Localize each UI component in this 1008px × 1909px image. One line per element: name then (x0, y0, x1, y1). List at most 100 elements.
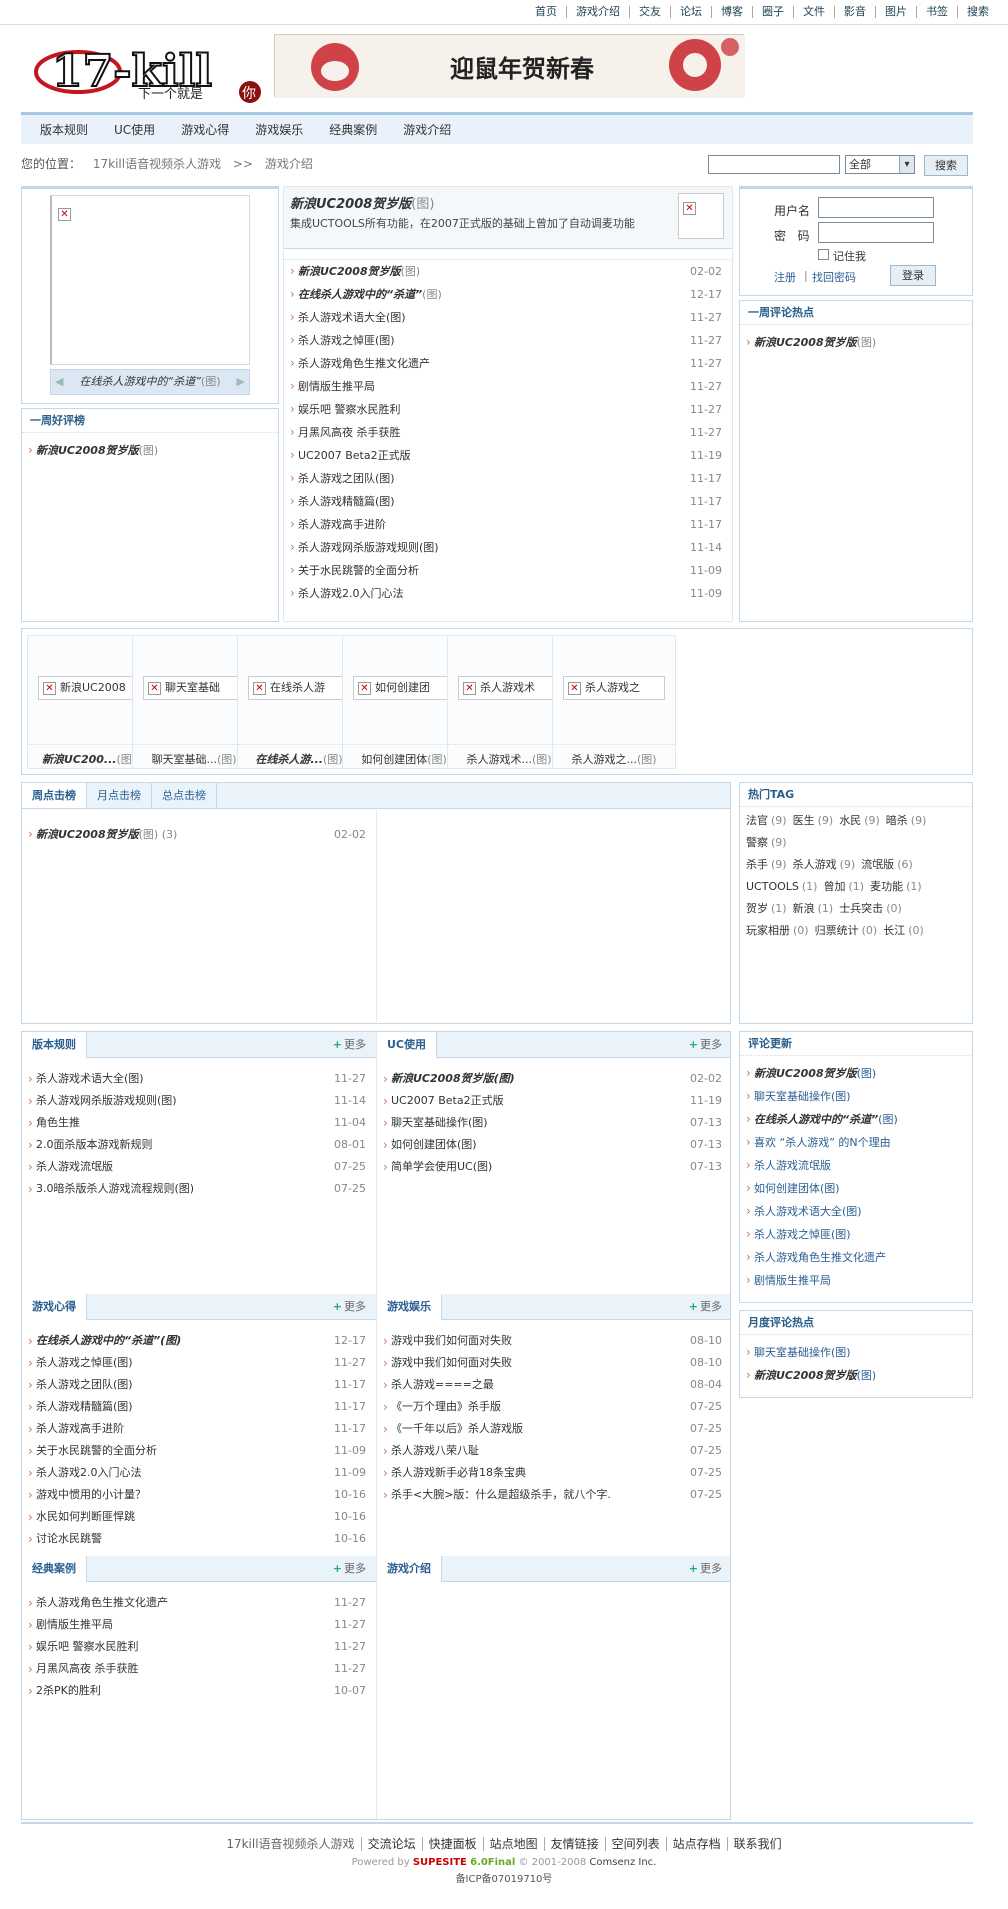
thumbnail-title[interactable]: 杀人游戏之... (571, 753, 637, 766)
item-title[interactable]: 喜欢 “杀人游戏” 的N个理由 (754, 1136, 891, 1149)
item-title[interactable]: 剧情版生推平局 (754, 1274, 831, 1287)
tag-item[interactable]: 归票统计 (0) (815, 924, 881, 937)
topnav-item[interactable]: 文件 (793, 6, 834, 18)
footer-link[interactable]: 友情链接 (543, 1837, 605, 1851)
news-title[interactable]: 杀人游戏角色生推文化遗产 (298, 357, 430, 370)
item-title[interactable]: 2杀PK的胜利 (36, 1684, 101, 1697)
tag-name[interactable]: 贺岁 (746, 902, 768, 915)
news-item[interactable]: 剧情版生推平局 11-27 (284, 375, 732, 398)
icp-number[interactable]: 备ICP备07019710号 (0, 1870, 1008, 1885)
item-title[interactable]: 娱乐吧 警察水民胜利 (36, 1640, 139, 1653)
news-item[interactable]: 杀人游戏网杀版游戏规则(图) 11-14 (284, 536, 732, 559)
news-title[interactable]: 杀人游戏网杀版游戏规则(图) (298, 541, 439, 554)
remember-checkbox[interactable] (818, 249, 829, 260)
username-input[interactable] (818, 197, 934, 218)
search-input[interactable] (708, 155, 840, 174)
list-item[interactable]: 聊天室基础操作(图) (740, 1085, 972, 1108)
tag-item[interactable]: 麦功能 (1) (870, 880, 925, 893)
list-item[interactable]: 杀人游戏之悼匪(图) (740, 1223, 972, 1246)
footer-link[interactable]: 站点存档 (665, 1837, 727, 1851)
catnav-item[interactable]: 游戏娱乐 (242, 121, 316, 138)
thumbnail-image[interactable]: ✕ 如何创建团 (353, 676, 455, 700)
thumbnail-title[interactable]: 新浪UC200... (42, 753, 117, 766)
list-item[interactable]: 角色生推 11-04 (22, 1112, 376, 1134)
ranking-tab[interactable]: 周点击榜 (22, 783, 87, 808)
news-title[interactable]: 杀人游戏之悼匪(图) (298, 334, 395, 347)
thumbnail-image[interactable]: ✕ 杀人游戏之 (563, 676, 665, 700)
list-item[interactable]: 杀人游戏新手必背18条宝典 07-25 (377, 1462, 730, 1484)
list-item[interactable]: 聊天室基础操作(图) 07-13 (377, 1112, 730, 1134)
news-item[interactable]: 新浪UC2008贺岁版(图) 02-02 (284, 260, 732, 283)
list-item[interactable]: 在线杀人游戏中的“杀道”(图) 12-17 (22, 1330, 376, 1352)
list-item[interactable]: 剧情版生推平局 11-27 (22, 1614, 376, 1636)
list-item[interactable]: 如何创建团体(图) (740, 1177, 972, 1200)
item-title[interactable]: 杀人游戏精髓篇(图) (36, 1400, 133, 1413)
list-item[interactable]: 如何创建团体(图) 07-13 (377, 1134, 730, 1156)
item-title[interactable]: 游戏中惯用的小计量？ (36, 1488, 146, 1501)
list-item[interactable]: 2.0面杀版本游戏新规则 08-01 (22, 1134, 376, 1156)
thumbnail-image[interactable]: ✕ 在线杀人游 (248, 676, 350, 700)
site-logo[interactable]: 17-kill 下一个就是 你 (30, 32, 266, 110)
news-title[interactable]: 娱乐吧 警察水民胜利 (298, 403, 401, 416)
list-item[interactable]: 《一千年以后》杀人游戏版 07-25 (377, 1418, 730, 1440)
tag-name[interactable]: 法官 (746, 814, 768, 827)
footer-link[interactable]: 联系我们 (726, 1837, 788, 1851)
more-link[interactable]: 更多 (333, 1032, 366, 1058)
topnav-item[interactable]: 影音 (834, 6, 875, 18)
register-link[interactable]: 注册 (774, 269, 796, 285)
catnav-item[interactable]: 版本规则 (27, 121, 101, 138)
login-button[interactable]: 登录 (890, 265, 936, 286)
list-item[interactable]: 新浪UC2008贺岁版(图) (740, 1062, 972, 1085)
tag-item[interactable]: 曾加 (1) (823, 880, 867, 893)
item-title[interactable]: 杀人游戏高手进阶 (36, 1422, 124, 1435)
list-item[interactable]: 月黑风高夜 杀手获胜 11-27 (22, 1658, 376, 1680)
headline-thumb[interactable]: ✕ (678, 193, 724, 239)
thumbnail-card[interactable]: ✕ 杀人游戏之 杀人游戏之...(图) (552, 635, 676, 769)
item-title[interactable]: 杀人游戏八荣八耻 (391, 1444, 479, 1457)
tag-name[interactable]: 水民 (839, 814, 861, 827)
tag-name[interactable]: 暗杀 (886, 814, 908, 827)
news-title[interactable]: 剧情版生推平局 (298, 380, 375, 393)
list-item[interactable]: 杀人游戏流氓版 (740, 1154, 972, 1177)
list-item[interactable]: 《一万个理由》杀手版 07-25 (377, 1396, 730, 1418)
tag-item[interactable]: 暗杀 (9) (886, 814, 930, 827)
item-title[interactable]: 杀人游戏流氓版 (754, 1159, 831, 1172)
tag-item[interactable]: 法官 (9) (746, 814, 790, 827)
catnav-item[interactable]: 游戏心得 (168, 121, 242, 138)
item-title[interactable]: 简单学会使用UC(图) (391, 1160, 492, 1173)
item-title[interactable]: 聊天室基础操作(图) (754, 1090, 851, 1103)
item-title[interactable]: 杀人游戏术语大全(图) (36, 1072, 144, 1085)
topnav-item[interactable]: 书签 (916, 6, 957, 18)
list-item[interactable]: 新浪UC2008贺岁版(图) (22, 439, 278, 462)
item-title[interactable]: 月黑风高夜 杀手获胜 (36, 1662, 139, 1675)
tag-name[interactable]: 长江 (883, 924, 905, 937)
news-item[interactable]: 关于水民跳警的全面分析 11-09 (284, 559, 732, 582)
tag-name[interactable]: 杀人游戏 (793, 858, 837, 871)
news-item[interactable]: 杀人游戏精髓篇(图) 11-17 (284, 490, 732, 513)
tag-item[interactable]: 长江 (0) (883, 924, 927, 937)
thumbnail-image[interactable]: ✕ 新浪UC2008 (38, 676, 140, 700)
list-item[interactable]: 杀人游戏网杀版游戏规则(图) 11-14 (22, 1090, 376, 1112)
item-title[interactable]: 杀人游戏角色生推文化遗产 (36, 1596, 168, 1609)
news-item[interactable]: 杀人游戏术语大全(图) 11-27 (284, 306, 732, 329)
item-title[interactable]: 剧情版生推平局 (36, 1618, 113, 1631)
list-item[interactable]: 杀人游戏高手进阶 11-17 (22, 1418, 376, 1440)
brand-link[interactable]: SUPESITE (413, 1857, 467, 1868)
item-title[interactable]: 新浪UC2008贺岁版 (36, 444, 139, 457)
news-title[interactable]: 杀人游戏之团队(图) (298, 472, 395, 485)
item-title[interactable]: 杀人游戏2.0入门心法 (36, 1466, 142, 1479)
section-title[interactable]: 游戏介绍 (377, 1556, 442, 1582)
list-item[interactable]: 新浪UC2008贺岁版(图) (740, 331, 972, 354)
list-item[interactable]: UC2007 Beta2正式版 11-19 (377, 1090, 730, 1112)
tag-item[interactable]: 玩家相册 (0) (746, 924, 812, 937)
tag-item[interactable]: 杀手 (9) (746, 858, 790, 871)
list-item[interactable]: 喜欢 “杀人游戏” 的N个理由 (740, 1131, 972, 1154)
list-item[interactable]: 杀人游戏之团队(图) 11-17 (22, 1374, 376, 1396)
news-item[interactable]: 娱乐吧 警察水民胜利 11-27 (284, 398, 732, 421)
list-item[interactable]: 杀手<大腕>版：什么是超级杀手，就八个字. 07-25 (377, 1484, 730, 1506)
item-title[interactable]: 2.0面杀版本游戏新规则 (36, 1138, 153, 1151)
tag-name[interactable]: 新浪 (793, 902, 815, 915)
list-item[interactable]: 聊天室基础操作(图) (740, 1341, 972, 1364)
item-title[interactable]: 在线杀人游戏中的“杀道”(图) (36, 1334, 181, 1347)
list-item[interactable]: 新浪UC2008贺岁版(图) 02-02 (377, 1068, 730, 1090)
